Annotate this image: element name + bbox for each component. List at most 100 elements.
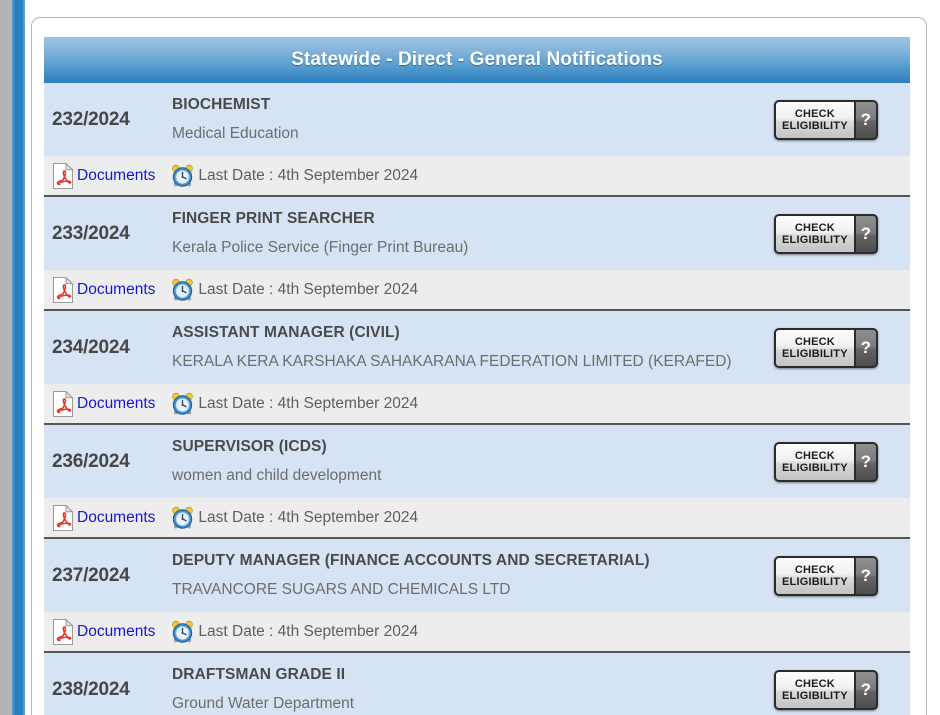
- check-eligibility-line1: CHECK: [794, 450, 835, 462]
- alarm-clock-icon: [171, 392, 194, 415]
- notification-id: 238/2024: [52, 678, 130, 700]
- documents-link[interactable]: Documents: [77, 281, 155, 299]
- check-eligibility-line2: ELIGIBILITY: [782, 120, 848, 132]
- notification-title: FINGER PRINT SEARCHER: [172, 210, 375, 227]
- check-eligibility-label: CHECK ELIGIBILITY: [776, 101, 854, 138]
- alarm-clock-icon: [171, 164, 194, 187]
- help-question-icon[interactable]: ?: [853, 329, 876, 366]
- check-eligibility-line2: ELIGIBILITY: [782, 690, 848, 702]
- notification-group-236-2024: 236/2024 SUPERVISOR (ICDS) women and chi…: [44, 425, 910, 539]
- notification-action: CHECK ELIGIBILITY ?: [774, 99, 910, 140]
- alarm-clock-icon: [171, 506, 194, 529]
- notification-action: CHECK ELIGIBILITY ?: [774, 213, 910, 254]
- notification-list: 232/2024 BIOCHEMIST Medical Education CH…: [44, 83, 910, 715]
- notification-action: CHECK ELIGIBILITY ?: [774, 669, 910, 710]
- documents-row: Documents Last Date : 4th September 2024: [44, 270, 910, 311]
- notification-id: 233/2024: [52, 222, 130, 244]
- check-eligibility-button[interactable]: CHECK ELIGIBILITY ?: [774, 213, 878, 254]
- check-eligibility-line1: CHECK: [794, 108, 835, 120]
- alarm-clock-icon: [171, 278, 194, 301]
- documents-link[interactable]: Documents: [77, 167, 155, 185]
- notification-action: CHECK ELIGIBILITY ?: [774, 441, 910, 482]
- notifications-panel: Statewide - Direct - General Notificatio…: [31, 17, 927, 715]
- check-eligibility-line2: ELIGIBILITY: [782, 462, 848, 474]
- notifications-panel-inner: Statewide - Direct - General Notificatio…: [44, 37, 910, 715]
- check-eligibility-button[interactable]: CHECK ELIGIBILITY ?: [774, 327, 878, 368]
- notification-id: 232/2024: [52, 108, 130, 130]
- notification-row[interactable]: 234/2024 ASSISTANT MANAGER (CIVIL) KERAL…: [44, 311, 910, 384]
- notification-title: BIOCHEMIST: [172, 96, 271, 113]
- notification-id: 234/2024: [52, 336, 130, 358]
- notification-department: Kerala Police Service (Finger Print Bure…: [172, 239, 469, 256]
- last-date-text: Last Date : 4th September 2024: [198, 508, 419, 526]
- check-eligibility-label: CHECK ELIGIBILITY: [776, 557, 854, 594]
- pdf-icon: [52, 275, 74, 303]
- notification-action: CHECK ELIGIBILITY ?: [774, 555, 910, 596]
- check-eligibility-button[interactable]: CHECK ELIGIBILITY ?: [774, 441, 878, 482]
- notification-row[interactable]: 237/2024 DEPUTY MANAGER (FINANCE ACCOUNT…: [44, 539, 910, 612]
- notification-title: DRAFTSMAN GRADE II: [172, 666, 346, 683]
- check-eligibility-button[interactable]: CHECK ELIGIBILITY ?: [774, 99, 878, 140]
- pdf-icon: [52, 617, 74, 645]
- help-question-icon[interactable]: ?: [853, 557, 876, 594]
- check-eligibility-line1: CHECK: [794, 336, 835, 348]
- notification-department: Ground Water Department: [172, 695, 355, 712]
- notification-group-238-2024: 238/2024 DRAFTSMAN GRADE II Ground Water…: [44, 653, 910, 715]
- alarm-clock-icon: [171, 620, 194, 643]
- last-date-text: Last Date : 4th September 2024: [198, 166, 419, 184]
- notification-title: ASSISTANT MANAGER (CIVIL): [172, 324, 400, 341]
- check-eligibility-line2: ELIGIBILITY: [782, 348, 848, 360]
- page-root: Statewide - Direct - General Notificatio…: [0, 0, 940, 715]
- page-title: Statewide - Direct - General Notificatio…: [291, 49, 663, 70]
- notification-department: women and child development: [172, 467, 382, 484]
- check-eligibility-line2: ELIGIBILITY: [782, 234, 848, 246]
- check-eligibility-label: CHECK ELIGIBILITY: [776, 671, 854, 708]
- notification-body: SUPERVISOR (ICDS) women and child develo…: [172, 433, 774, 490]
- check-eligibility-line1: CHECK: [794, 678, 835, 690]
- last-date-text: Last Date : 4th September 2024: [198, 394, 419, 412]
- documents-row: Documents Last Date : 4th September 2024: [44, 612, 910, 653]
- notification-department: KERALA KERA KARSHAKA SAHAKARANA FEDERATI…: [172, 353, 732, 370]
- notification-body: FINGER PRINT SEARCHER Kerala Police Serv…: [172, 205, 774, 262]
- notification-id: 237/2024: [52, 564, 130, 586]
- notification-id: 236/2024: [52, 450, 130, 472]
- documents-row: Documents Last Date : 4th September 2024: [44, 498, 910, 539]
- last-date-text: Last Date : 4th September 2024: [198, 280, 419, 298]
- notification-body: DRAFTSMAN GRADE II Ground Water Departme…: [172, 661, 774, 715]
- notification-group-234-2024: 234/2024 ASSISTANT MANAGER (CIVIL) KERAL…: [44, 311, 910, 425]
- notification-title: DEPUTY MANAGER (FINANCE ACCOUNTS AND SEC…: [172, 552, 650, 569]
- help-question-icon[interactable]: ?: [853, 671, 876, 708]
- notification-row[interactable]: 238/2024 DRAFTSMAN GRADE II Ground Water…: [44, 653, 910, 715]
- page-left-blue-rail: [12, 0, 25, 715]
- last-date-text: Last Date : 4th September 2024: [198, 622, 419, 640]
- help-question-icon[interactable]: ?: [853, 443, 876, 480]
- notification-action: CHECK ELIGIBILITY ?: [774, 327, 910, 368]
- help-question-icon[interactable]: ?: [853, 215, 876, 252]
- notification-department: TRAVANCORE SUGARS AND CHEMICALS LTD: [172, 581, 511, 598]
- panel-title-bar: Statewide - Direct - General Notificatio…: [44, 37, 910, 83]
- documents-row: Documents Last Date : 4th September 2024: [44, 384, 910, 425]
- page-left-gutter: [0, 0, 12, 715]
- notification-row[interactable]: 236/2024 SUPERVISOR (ICDS) women and chi…: [44, 425, 910, 498]
- documents-link[interactable]: Documents: [77, 509, 155, 527]
- check-eligibility-line2: ELIGIBILITY: [782, 576, 848, 588]
- notification-body: BIOCHEMIST Medical Education: [172, 91, 774, 148]
- notification-group-233-2024: 233/2024 FINGER PRINT SEARCHER Kerala Po…: [44, 197, 910, 311]
- documents-link[interactable]: Documents: [77, 623, 155, 641]
- check-eligibility-label: CHECK ELIGIBILITY: [776, 443, 854, 480]
- check-eligibility-button[interactable]: CHECK ELIGIBILITY ?: [774, 555, 878, 596]
- notification-body: ASSISTANT MANAGER (CIVIL) KERALA KERA KA…: [172, 319, 774, 376]
- notification-title: SUPERVISOR (ICDS): [172, 438, 327, 455]
- notification-department: Medical Education: [172, 125, 299, 142]
- notification-row[interactable]: 232/2024 BIOCHEMIST Medical Education CH…: [44, 83, 910, 156]
- check-eligibility-label: CHECK ELIGIBILITY: [776, 215, 854, 252]
- notification-row[interactable]: 233/2024 FINGER PRINT SEARCHER Kerala Po…: [44, 197, 910, 270]
- check-eligibility-label: CHECK ELIGIBILITY: [776, 329, 854, 366]
- help-question-icon[interactable]: ?: [853, 101, 876, 138]
- check-eligibility-button[interactable]: CHECK ELIGIBILITY ?: [774, 669, 878, 710]
- check-eligibility-line1: CHECK: [794, 564, 835, 576]
- notification-group-232-2024: 232/2024 BIOCHEMIST Medical Education CH…: [44, 83, 910, 197]
- notification-body: DEPUTY MANAGER (FINANCE ACCOUNTS AND SEC…: [172, 547, 774, 604]
- documents-link[interactable]: Documents: [77, 395, 155, 413]
- pdf-icon: [52, 161, 74, 189]
